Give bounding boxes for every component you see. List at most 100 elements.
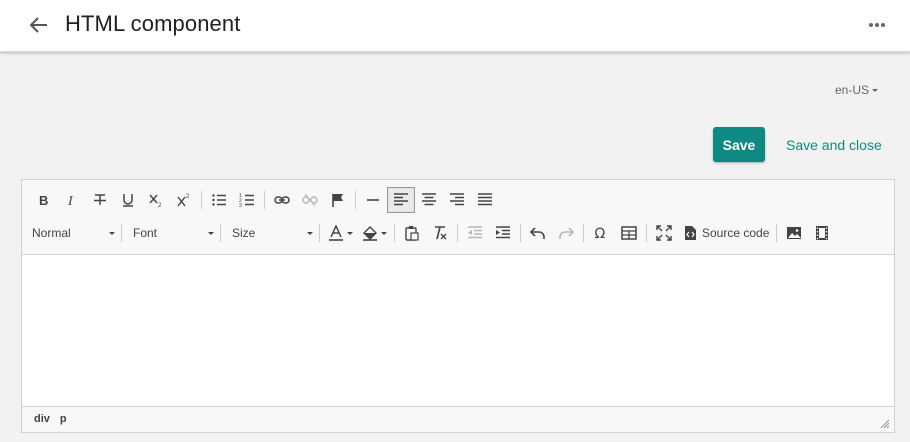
align-center-button[interactable] [415,187,443,213]
align-right-button[interactable] [443,187,471,213]
maximize-button[interactable] [650,220,678,246]
html-editor: B I 2 2 123 Normal Font Size Ω Source co… [21,179,895,433]
remove-format-button[interactable] [426,220,454,246]
omega-icon: Ω [595,226,606,241]
italic-icon: I [67,194,74,208]
back-button[interactable] [27,13,51,37]
toolbar-separator [355,191,356,209]
path-item-p[interactable]: p [60,413,67,425]
text-color-icon [328,225,343,241]
page-title: HTML component [65,11,241,36]
source-code-button[interactable]: Source code [678,220,773,246]
strikethrough-icon [94,194,106,205]
toolbar-separator [646,224,647,242]
source-code-label: Source code [702,226,770,240]
toolbar-separator [319,224,320,242]
subscript-icon: 2 [149,194,162,208]
source-code-icon [685,226,696,240]
image-icon [787,227,802,239]
more-horizontal-icon [869,23,885,27]
save-button[interactable]: Save [713,127,765,162]
toolbar-row-2: Normal Font Size Ω Source code [30,219,836,247]
paste-button[interactable] [398,220,426,246]
anchor-flag-icon [332,194,343,207]
underline-button[interactable] [114,187,142,213]
align-center-icon [422,193,436,206]
unlink-button[interactable] [296,187,324,213]
special-character-button[interactable]: Ω [587,220,615,246]
path-item-div[interactable]: div [34,413,50,425]
indent-icon [496,226,510,239]
app-header: HTML component [0,0,910,52]
toolbar-row-1: B I 2 2 123 [30,186,499,214]
chevron-down-icon [380,231,387,235]
link-icon [274,196,290,204]
redo-button[interactable] [552,220,580,246]
table-button[interactable] [615,220,643,246]
font-dropdown[interactable]: Font [125,221,217,245]
locale-label: en-US [835,83,870,97]
underline-icon [123,194,133,207]
toolbar-separator [394,224,395,242]
align-left-button[interactable] [387,187,415,213]
locale-selector[interactable]: en-US [835,83,879,97]
toolbar-separator [520,224,521,242]
resize-handle-icon[interactable] [880,419,890,429]
undo-icon [530,227,545,239]
undo-button[interactable] [524,220,552,246]
element-path: div p [34,413,77,425]
size-label: Size [232,226,256,240]
toolbar-separator [583,224,584,242]
paint-bucket-icon [362,226,377,241]
indent-button[interactable] [489,220,517,246]
anchor-button[interactable] [324,187,352,213]
editor-content-area[interactable] [22,256,894,406]
chevron-down-icon [208,231,214,235]
save-and-close-button[interactable]: Save and close [782,127,886,162]
video-button[interactable] [808,220,836,246]
outdent-button[interactable] [461,220,489,246]
background-color-button[interactable] [357,220,391,246]
svg-text:I: I [67,194,74,208]
clear-formatting-icon [435,226,447,240]
chevron-down-icon [307,231,313,235]
arrow-left-icon [29,17,47,33]
svg-text:3: 3 [239,203,242,208]
image-button[interactable] [780,220,808,246]
format-dropdown[interactable]: Normal [30,221,118,245]
justify-icon [478,193,492,206]
italic-button[interactable]: I [58,187,86,213]
align-right-icon [450,193,464,206]
chevron-down-icon [872,89,879,93]
film-strip-icon [816,226,829,240]
font-label: Font [133,226,158,240]
bold-button[interactable]: B [30,187,58,213]
editor-toolbar: B I 2 2 123 Normal Font Size Ω Source co… [22,180,894,255]
toolbar-separator [201,191,202,209]
size-dropdown[interactable]: Size [224,221,316,245]
justify-button[interactable] [471,187,499,213]
svg-text:Ω: Ω [595,226,606,241]
more-options-button[interactable] [866,14,888,36]
link-button[interactable] [268,187,296,213]
horizontal-line-icon [367,199,379,201]
text-color-button[interactable] [323,220,357,246]
numbered-list-button[interactable]: 123 [233,187,261,213]
svg-text:B: B [39,193,48,208]
strikethrough-button[interactable] [86,187,114,213]
format-label: Normal [32,226,71,240]
bulleted-list-button[interactable] [205,187,233,213]
superscript-button[interactable]: 2 [170,187,198,213]
editor-statusbar: div p [22,406,894,432]
bold-icon: B [39,193,48,208]
redo-icon [559,227,574,239]
table-icon [621,226,637,240]
bulleted-list-icon [212,194,226,206]
toolbar-separator [776,224,778,242]
outdent-icon [468,226,482,239]
horizontal-line-button[interactable] [359,187,387,213]
subscript-button[interactable]: 2 [142,187,170,213]
chevron-down-icon [109,231,115,235]
toolbar-separator [264,191,265,209]
unlink-icon [302,193,318,207]
